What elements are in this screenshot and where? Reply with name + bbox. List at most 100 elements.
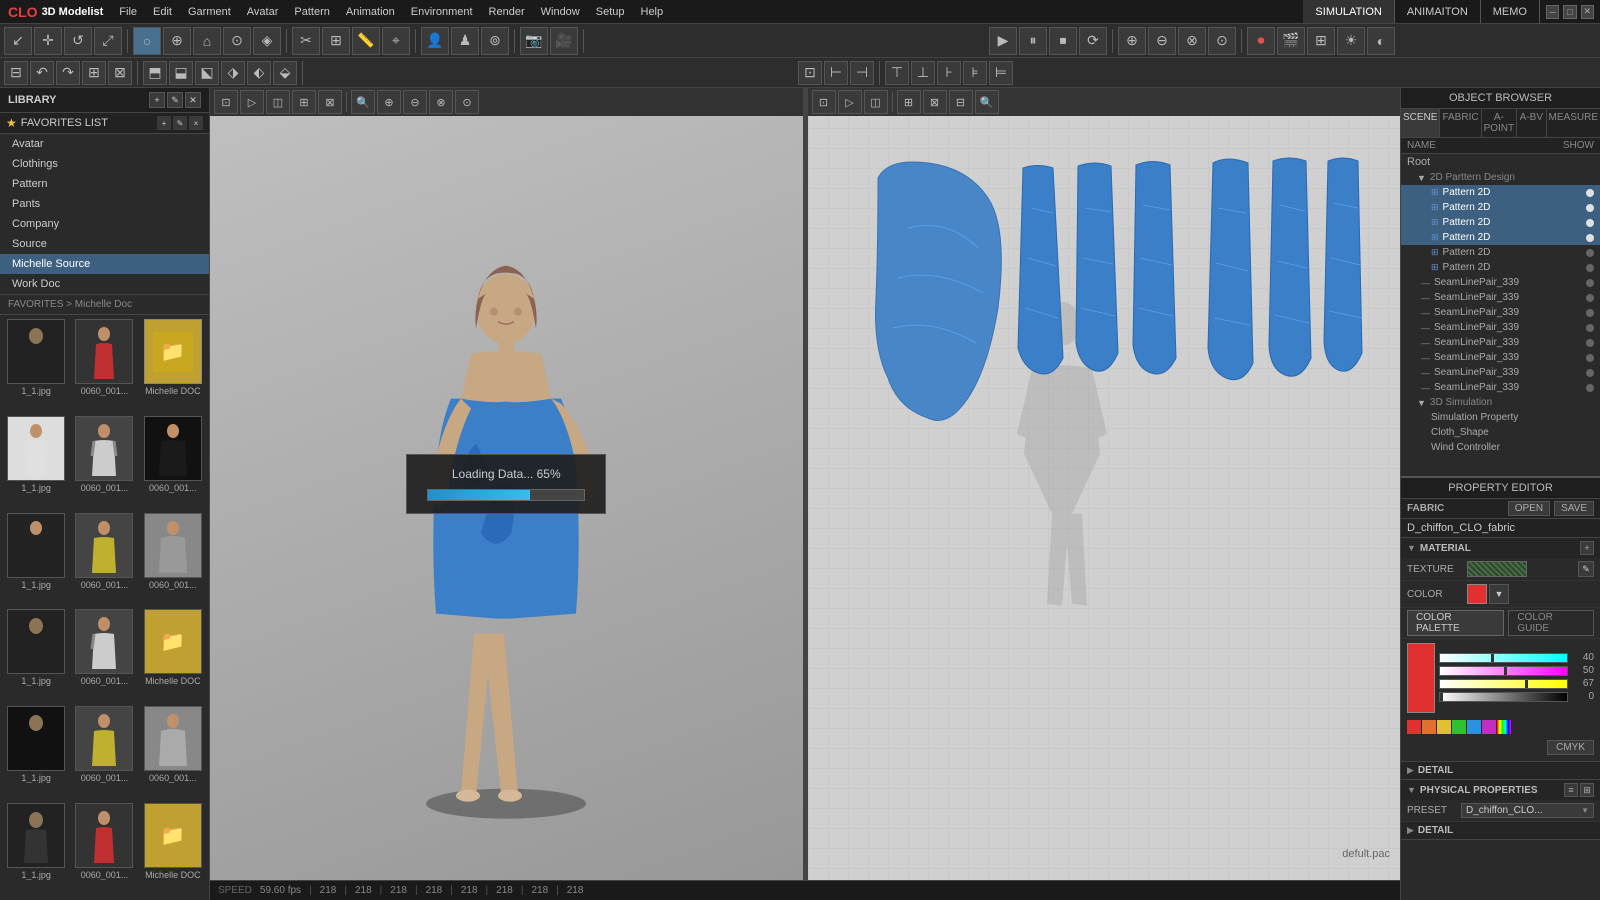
tool-select[interactable]: ↙ — [4, 27, 32, 55]
ob-seam2[interactable]: — SeamLinePair_339 — [1401, 290, 1600, 305]
sim-btn5[interactable]: ⊕ — [1118, 27, 1146, 55]
tool-2d-5[interactable]: ⊠ — [108, 61, 132, 85]
color-edit-btn[interactable]: ▼ — [1489, 584, 1509, 604]
menu-file[interactable]: File — [111, 0, 145, 23]
vp2d-btn1[interactable]: ⊡ — [812, 90, 836, 114]
pe-preset-value[interactable]: D_chiffon_CLO... ▼ — [1461, 803, 1594, 818]
tab-simulation[interactable]: SIMULATION — [1303, 0, 1394, 23]
nav-clothings[interactable]: Clothings — [0, 154, 209, 174]
thumb-item[interactable]: 📁 Michelle DOC — [141, 319, 205, 412]
tool-avatar[interactable]: 👤 — [421, 27, 449, 55]
thumb-item[interactable]: 📁 Michelle DOC — [141, 609, 205, 702]
tool-2d-7[interactable]: ⬓ — [169, 61, 193, 85]
pe-material-header[interactable]: ▼ MATERIAL + — [1401, 538, 1600, 558]
tool-2d-r5[interactable]: ⊥ — [911, 61, 935, 85]
pal-blue[interactable] — [1467, 720, 1481, 734]
tool-2d-r4[interactable]: ⊤ — [885, 61, 909, 85]
pal-red[interactable] — [1407, 720, 1421, 734]
nav-company[interactable]: Company — [0, 214, 209, 234]
pe-open-btn[interactable]: OPEN — [1508, 501, 1550, 516]
vp3d-btn6[interactable]: 🔍 — [351, 90, 375, 114]
pal-rainbow[interactable] — [1497, 720, 1511, 734]
color-guide-tab[interactable]: COLOR GUIDE — [1508, 610, 1594, 636]
vp3d-btn10[interactable]: ⊙ — [455, 90, 479, 114]
ob-tab-fabric[interactable]: FABRIC — [1440, 109, 1481, 137]
c-slider[interactable] — [1439, 653, 1568, 663]
ob-seam3[interactable]: — SeamLinePair_339 — [1401, 305, 1600, 320]
ob-tab-apoint[interactable]: A-POINT — [1482, 109, 1518, 137]
k-slider[interactable] — [1439, 692, 1568, 702]
vp2d-btn5[interactable]: ⊠ — [923, 90, 947, 114]
menu-edit[interactable]: Edit — [145, 0, 180, 23]
lib-add-btn[interactable]: + — [149, 92, 165, 108]
ob-seam7[interactable]: — SeamLinePair_339 — [1401, 365, 1600, 380]
sim-rec[interactable]: ⏺ — [1247, 27, 1275, 55]
ob-seam6[interactable]: — SeamLinePair_339 — [1401, 350, 1600, 365]
menu-help[interactable]: Help — [633, 0, 672, 23]
y-slider[interactable] — [1439, 679, 1568, 689]
tool-2d-8[interactable]: ⬕ — [195, 61, 219, 85]
nav-pattern[interactable]: Pattern — [0, 174, 209, 194]
texture-preview[interactable] — [1467, 561, 1527, 577]
nav-pants[interactable]: Pants — [0, 194, 209, 214]
vp2d-btn4[interactable]: ⊞ — [897, 90, 921, 114]
thumb-item[interactable]: 0060_001... — [72, 609, 136, 702]
tool-2d-4[interactable]: ⊞ — [82, 61, 106, 85]
thumb-item[interactable]: 0060_001... — [72, 803, 136, 896]
fav-btn2[interactable]: ✎ — [173, 116, 187, 130]
tool-sew[interactable]: ⊞ — [322, 27, 350, 55]
tool-2d-3[interactable]: ↷ — [56, 61, 80, 85]
thumb-item[interactable]: 0060_001... — [72, 416, 136, 509]
tool-2d-1[interactable]: ⊟ — [4, 61, 28, 85]
sim-btn2[interactable]: ⏸ — [1019, 27, 1047, 55]
pe-physical-header[interactable]: ▼ PHYSICAL PROPERTIES ≡ ⊞ — [1401, 780, 1600, 800]
menu-pattern[interactable]: Pattern — [286, 0, 337, 23]
vp2d-btn2[interactable]: ▷ — [838, 90, 862, 114]
tool-2d-2[interactable]: ↶ — [30, 61, 54, 85]
tool-scale[interactable]: ⤢ — [94, 27, 122, 55]
tool-2d-9[interactable]: ⬗ — [221, 61, 245, 85]
tool-rotate[interactable]: ↺ — [64, 27, 92, 55]
tool-sim[interactable]: ◈ — [253, 27, 281, 55]
thumb-item[interactable]: 0060_001... — [141, 706, 205, 799]
menu-environment[interactable]: Environment — [403, 0, 481, 23]
vp3d-btn2[interactable]: ▷ — [240, 90, 264, 114]
tool-2d-r2[interactable]: ⊢ — [824, 61, 848, 85]
tool-cam2[interactable]: 🎥 — [550, 27, 578, 55]
tool-2d-10[interactable]: ⬖ — [247, 61, 271, 85]
nav-source[interactable]: Source — [0, 234, 209, 254]
tool-2d-11[interactable]: ⬙ — [273, 61, 297, 85]
vp3d-btn7[interactable]: ⊕ — [377, 90, 401, 114]
sim-cam[interactable]: 🎬 — [1277, 27, 1305, 55]
menu-window[interactable]: Window — [533, 0, 588, 23]
thumb-item[interactable]: 1_1.jpg — [4, 803, 68, 896]
ob-seam1[interactable]: — SeamLinePair_339 — [1401, 275, 1600, 290]
sim-shader[interactable]: ◐ — [1367, 27, 1395, 55]
tool-move[interactable]: ✛ — [34, 27, 62, 55]
sim-btn6[interactable]: ⊖ — [1148, 27, 1176, 55]
thumb-item[interactable]: 1_1.jpg — [4, 706, 68, 799]
ob-seam8[interactable]: — SeamLinePair_339 — [1401, 380, 1600, 395]
ob-show-btn[interactable]: SHOW — [1563, 140, 1594, 151]
pal-green[interactable] — [1452, 720, 1466, 734]
ob-seam5[interactable]: — SeamLinePair_339 — [1401, 335, 1600, 350]
thumb-item[interactable]: 1_1.jpg — [4, 609, 68, 702]
pal-purple[interactable] — [1482, 720, 1496, 734]
vp2d-btn3[interactable]: ◫ — [864, 90, 888, 114]
menu-garment[interactable]: Garment — [180, 0, 239, 23]
tool-3d-move[interactable]: ⊕ — [163, 27, 191, 55]
m-slider[interactable] — [1439, 666, 1568, 676]
ob-item-pattern6[interactable]: ⊞ Pattern 2D — [1401, 260, 1600, 275]
thumb-item[interactable]: 1_1.jpg — [4, 416, 68, 509]
viewport-2d[interactable]: ⊡ ▷ ◫ ⊞ ⊠ ⊟ 🔍 — [808, 88, 1401, 880]
tab-memo[interactable]: MEMO — [1481, 0, 1540, 23]
sim-light[interactable]: ☀ — [1337, 27, 1365, 55]
tool-avatar2[interactable]: ♟ — [451, 27, 479, 55]
win-minimize[interactable]: ─ — [1546, 5, 1559, 19]
vp3d-btn3[interactable]: ◫ — [266, 90, 290, 114]
tool-2d-6[interactable]: ⬒ — [143, 61, 167, 85]
thumb-item[interactable]: 0060_001... — [72, 513, 136, 606]
vp3d-btn4[interactable]: ⊞ — [292, 90, 316, 114]
tool-2d-r1[interactable]: ⊡ — [798, 61, 822, 85]
thumb-item[interactable]: 1_1.jpg — [4, 319, 68, 412]
